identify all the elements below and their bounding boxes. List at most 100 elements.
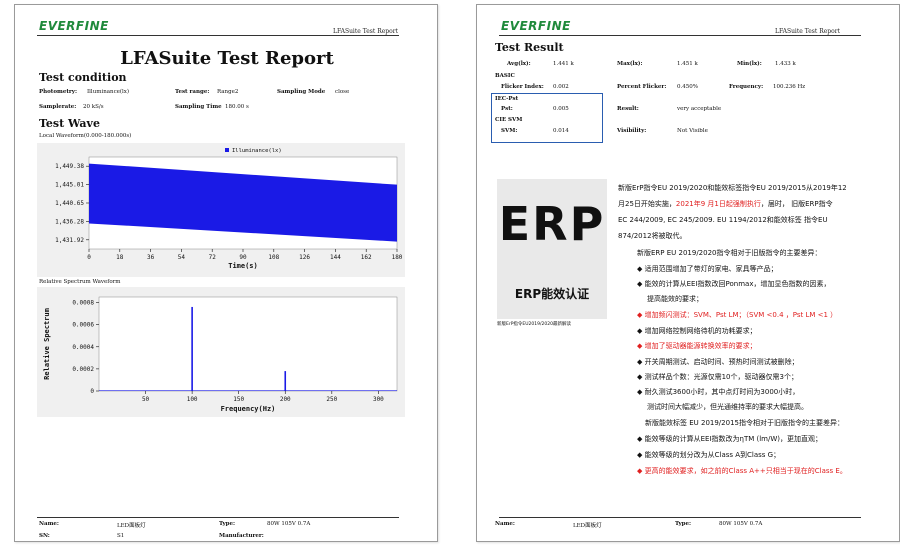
x-tick-label: 108 [268, 254, 279, 261]
pst-value: 0.005 [553, 106, 569, 112]
result-label: Result: [617, 106, 639, 112]
report-title: LFASuite Test Report [120, 48, 334, 69]
local-waveform-label: Local Waveform(0.000-180.000s) [39, 133, 132, 139]
name-label: Name: [39, 521, 59, 527]
waveform-chart-panel: Illuminance(lx) 1,431.92 1,436.28 1,440.65 1… [37, 143, 405, 277]
everfine-logo: EVERFINE [501, 19, 571, 33]
erp-diff-bullet-1: ◆ 适用范围增加了带灯的家电、家具等产品； [637, 265, 778, 273]
samplerate-label: Samplerate: [39, 104, 77, 110]
frequency-label: Frequency: [729, 84, 764, 90]
manufacturer-label: Manufacturer: [219, 533, 264, 539]
y-tick-label: 0.0006 [72, 322, 94, 329]
x-tick-label: 162 [361, 254, 372, 261]
x-tick-label: 36 [147, 254, 155, 261]
cie-svm-label: CIE SVM [495, 117, 523, 123]
basic-label: BASIC [495, 73, 515, 79]
svm-value: 0.014 [553, 128, 569, 134]
samplerate-value: 20 kS/s [83, 104, 104, 110]
y-tick-label: 1,436.28 [55, 218, 84, 225]
erp-diff-bullet-8: ◆ 耐久测试3600小时，其中点灯时间为3000小时， [637, 388, 800, 396]
sn-label: SN: [39, 533, 50, 539]
x-tick-label: 144 [330, 254, 341, 261]
photometry-value: Illuminance(lx) [87, 89, 130, 95]
x-tick-label: 100 [187, 396, 198, 403]
erp-diff-bullet-2-cont: 提高能效的要求； [647, 295, 703, 303]
sampling-mode-label: Sampling Mode [277, 89, 326, 95]
footer-divider [37, 517, 399, 518]
erp-diff-bullet-6: ◆ 开关周期测试、启动时间、预热时间测试被删除； [637, 358, 799, 366]
intro-line-4: 874/2012将被取代。 [618, 232, 687, 240]
label-diff-heading: 新版能效标签 EU 2019/2015指令相对于旧版指令的主要差异： [645, 419, 844, 427]
y-tick-label: 0.0004 [72, 344, 94, 351]
x-tick-label: 150 [233, 396, 244, 403]
svm-label: SVM: [501, 128, 518, 134]
y-tick-label: 1,440.65 [55, 200, 84, 207]
y-tick-label: 0.0002 [72, 366, 94, 373]
name-value: LED面板灯 [573, 523, 602, 529]
x-tick-label: 200 [280, 396, 291, 403]
pst-label: Pst: [501, 106, 513, 112]
plot-area [98, 296, 398, 392]
name-value: LED面板灯 [117, 523, 146, 529]
x-tick-label: 54 [178, 254, 186, 261]
x-tick-label: 180 [392, 254, 403, 261]
erp-diff-bullet-2: ◆ 能效的计算从EEI指数改回Ponmax，增加显色指数的因素， [637, 280, 831, 288]
min-value: 1.433 k [775, 61, 796, 67]
erp-image-subtitle: ERP能效认证 [514, 287, 590, 301]
test-range-value: Range2 [217, 89, 239, 95]
frequency-value: 100.236 Hz [773, 84, 806, 90]
flicker-index-value: 0.002 [553, 84, 569, 90]
x-tick-label: 126 [299, 254, 310, 261]
erp-diff-bullet-7: ◆ 测试样品个数：光源仅需10个，驱动器仅需3个； [637, 373, 798, 381]
avg-label: Avg(lx): [507, 61, 531, 67]
test-range-label: Test range: [175, 89, 210, 95]
x-tick-label: 50 [142, 396, 150, 403]
label-diff-bullet-1: ◆ 能效等级的计算从EEI指数改为ηTM (lm/W)，更加直观； [637, 435, 823, 443]
test-result-heading: Test Result [495, 41, 564, 54]
intro-line-1: 新版ErP指令EU 2019/2020和能效标签指令EU 2019/2015从2… [618, 184, 847, 192]
label-diff-bullet-3: ◆ 更高的能效要求，如之前的Class A++只相当于现在的Class E。 [637, 467, 847, 475]
header-divider [37, 35, 399, 36]
x-axis-label: Frequency(Hz) [221, 405, 276, 413]
result-value: very acceptable [677, 106, 722, 112]
y-tick-label: 0.0008 [72, 300, 94, 307]
erp-image: ERP ERP能效认证 [497, 179, 607, 319]
flicker-index-label: Flicker Index: [501, 84, 544, 90]
header-divider [499, 35, 861, 36]
x-tick-label: 90 [239, 254, 247, 261]
type-label: Type: [675, 521, 692, 527]
test-condition-heading: Test condition [39, 71, 127, 84]
max-label: Max(lx): [617, 61, 643, 67]
y-tick-label: 1,445.01 [55, 182, 84, 189]
x-tick-label: 250 [326, 396, 337, 403]
footer-divider [499, 517, 861, 518]
report-page-2: EVERFINE LFASuite Test Report Test Resul… [476, 4, 900, 542]
avg-value: 1.441 k [553, 61, 574, 67]
test-wave-heading: Test Wave [39, 117, 100, 130]
x-tick-label: 0 [87, 254, 91, 261]
x-axis-label: Time(s) [228, 262, 258, 270]
x-tick-label: 300 [373, 396, 384, 403]
legend-label: Illuminance(lx) [232, 148, 282, 154]
erp-diff-bullet-8-cont: 测试时间大幅减少，但光通维持率的要求大幅提高。 [647, 403, 808, 411]
intro-line-3: EC 244/2009, EC 245/2009. EU 1194/2012和能… [618, 216, 828, 224]
percent-flicker-label: Percent Flicker: [617, 84, 667, 90]
erp-diff-bullet-4: ◆ 增加网络控制网络待机的功耗要求； [637, 327, 757, 335]
name-label: Name: [495, 521, 515, 527]
label-diff-bullet-2: ◆ 能效等级的划分改为从Class A到Class G； [637, 451, 781, 459]
y-tick-label: 1,431.92 [55, 237, 84, 244]
max-value: 1.451 k [677, 61, 698, 67]
header-title: LFASuite Test Report [775, 28, 841, 35]
visibility-label: Visibility: [617, 128, 647, 134]
x-tick-label: 72 [209, 254, 217, 261]
erp-image-caption: 新版ErP指令EU2019/2020最新解读 [497, 322, 571, 327]
intro-mandatory-date: 2021年9 月1日起强制执行 [675, 200, 761, 208]
header-title: LFASuite Test Report [333, 28, 399, 35]
percent-flicker-value: 0.450% [677, 84, 698, 90]
type-value: 80W 105V 0.7A [719, 521, 763, 527]
sn-value: S1 [117, 533, 125, 539]
x-tick-label: 18 [116, 254, 124, 261]
sampling-mode-value: close [335, 89, 350, 95]
y-axis-label: Relative Spectrum [43, 308, 51, 380]
waveform-chart: Illuminance(lx) 1,431.92 1,436.28 1,440.65 1… [55, 148, 403, 270]
